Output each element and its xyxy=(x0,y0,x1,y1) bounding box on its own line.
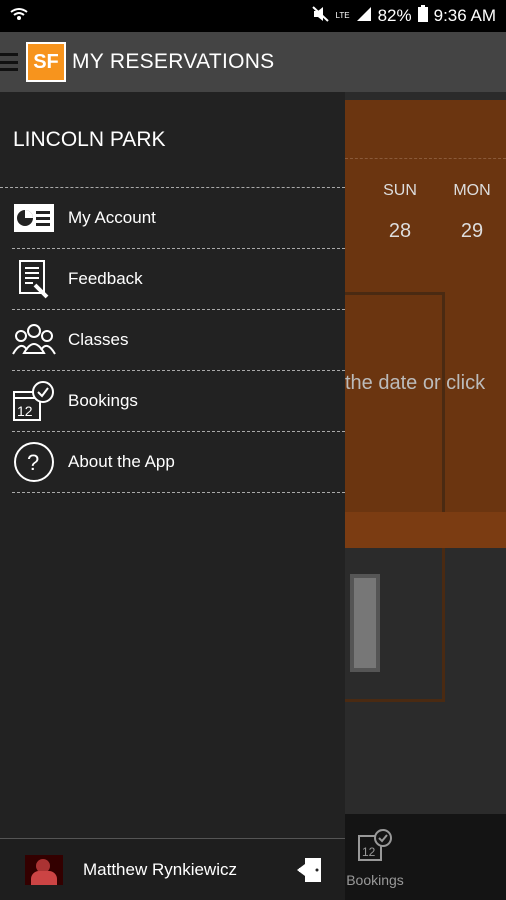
menu-label: Classes xyxy=(68,330,129,349)
signal-icon xyxy=(356,6,372,27)
svg-text:12: 12 xyxy=(17,403,33,419)
navigation-drawer: LINCOLN PARK My Account Feedback Classes… xyxy=(0,92,345,900)
calendar-clock-icon: 12 xyxy=(357,828,393,864)
background-content: SUN MON 28 29 the date or click 12 Booki… xyxy=(345,92,506,900)
mute-icon xyxy=(311,5,330,27)
day-label: SUN xyxy=(383,182,417,199)
svg-text:?: ? xyxy=(27,450,39,475)
app-bar: SF MY RESERVATIONS xyxy=(0,32,506,92)
avatar xyxy=(25,854,63,885)
menu-item-about[interactable]: ? About the App xyxy=(12,432,345,493)
logout-icon[interactable] xyxy=(295,855,325,885)
app-logo: SF xyxy=(26,42,66,82)
date-cell: 29 xyxy=(460,220,484,242)
menu-label: My Account xyxy=(68,208,156,227)
hint-text: the date or click xyxy=(345,372,486,394)
battery-icon xyxy=(417,5,428,27)
account-card-icon xyxy=(12,196,56,240)
status-bar: LTE 82% 9:36 AM xyxy=(0,0,506,32)
clock: 9:36 AM xyxy=(433,6,496,25)
menu-item-classes[interactable]: Classes xyxy=(12,310,345,371)
user-footer: Matthew Rynkiewicz xyxy=(0,838,345,900)
svg-text:12: 12 xyxy=(362,845,376,859)
network-type: LTE xyxy=(335,11,350,20)
battery-percent: 82% xyxy=(377,6,412,25)
group-people-icon xyxy=(12,318,56,362)
menu-label: About the App xyxy=(68,452,175,471)
menu-item-feedback[interactable]: Feedback xyxy=(12,249,345,310)
wifi-icon xyxy=(10,6,28,26)
date-cell: 28 xyxy=(388,220,412,242)
menu-item-bookings[interactable]: 12 Bookings xyxy=(12,371,345,432)
menu-item-my-account[interactable]: My Account xyxy=(12,188,345,249)
feedback-form-icon xyxy=(12,257,56,301)
calendar-clock-icon: 12 xyxy=(12,379,56,423)
menu-label: Bookings xyxy=(68,391,138,410)
day-label: MON xyxy=(453,182,491,199)
background-button xyxy=(350,574,380,672)
menu-label: Feedback xyxy=(68,269,143,288)
background-strip xyxy=(345,512,506,548)
page-title: MY RESERVATIONS xyxy=(72,50,275,73)
location-name: LINCOLN PARK xyxy=(0,92,345,188)
question-circle-icon: ? xyxy=(12,440,56,484)
bottom-tab-bookings: Bookings xyxy=(346,872,404,888)
menu-icon[interactable] xyxy=(0,51,22,73)
user-name: Matthew Rynkiewicz xyxy=(83,859,237,879)
